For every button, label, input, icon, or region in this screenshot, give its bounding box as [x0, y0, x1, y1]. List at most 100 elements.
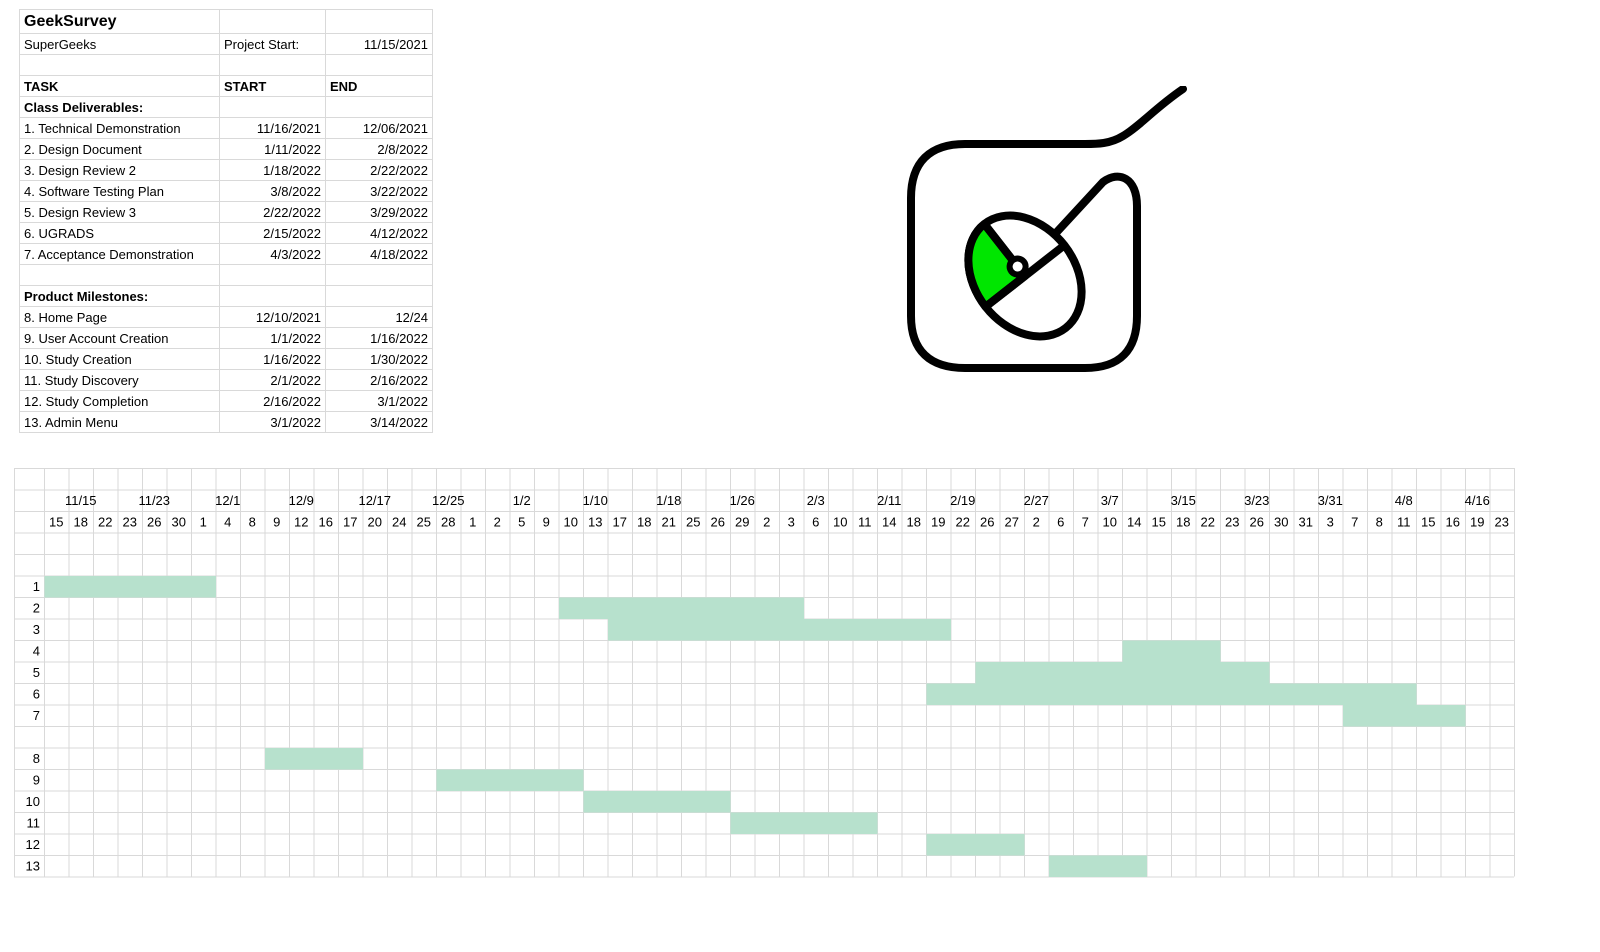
task-name[interactable]: 13. Admin Menu: [19, 411, 220, 433]
task-start[interactable]: 1/11/2022: [219, 138, 326, 160]
day-label: 9: [543, 515, 550, 530]
task-name[interactable]: 3. Design Review 2: [19, 159, 220, 181]
task-row: 1. Technical Demonstration 11/16/2021 12…: [19, 117, 433, 139]
week-label: 3/31: [1318, 493, 1343, 508]
task-name[interactable]: 8. Home Page: [19, 306, 220, 328]
section-class-deliverables[interactable]: Class Deliverables:: [19, 96, 220, 118]
project-title[interactable]: GeekSurvey: [19, 9, 220, 34]
empty-cell[interactable]: [219, 9, 326, 34]
task-start[interactable]: 1/1/2022: [219, 327, 326, 349]
task-start[interactable]: 1/18/2022: [219, 159, 326, 181]
gantt-bar: [583, 791, 731, 813]
empty-cell[interactable]: [219, 54, 326, 76]
day-label: 18: [637, 515, 651, 530]
task-end[interactable]: 4/12/2022: [325, 222, 433, 244]
row-label: 13: [26, 859, 40, 874]
task-start[interactable]: 3/8/2022: [219, 180, 326, 202]
task-name[interactable]: 7. Acceptance Demonstration: [19, 243, 220, 265]
task-end[interactable]: 3/1/2022: [325, 390, 433, 412]
task-name[interactable]: 6. UGRADS: [19, 222, 220, 244]
task-name[interactable]: 9. User Account Creation: [19, 327, 220, 349]
day-label: 17: [613, 515, 627, 530]
day-label: 2: [1033, 515, 1040, 530]
empty-cell[interactable]: [219, 96, 326, 118]
task-end[interactable]: 2/16/2022: [325, 369, 433, 391]
task-name[interactable]: 1. Technical Demonstration: [19, 117, 220, 139]
empty-cell[interactable]: [325, 285, 433, 307]
task-name[interactable]: 2. Design Document: [19, 138, 220, 160]
header-end[interactable]: END: [325, 75, 433, 97]
task-start[interactable]: 2/22/2022: [219, 201, 326, 223]
task-start[interactable]: 11/16/2021: [219, 117, 326, 139]
empty-cell[interactable]: [19, 264, 220, 286]
task-row: 4. Software Testing Plan 3/8/2022 3/22/2…: [19, 180, 433, 202]
task-start[interactable]: 2/16/2022: [219, 390, 326, 412]
task-end[interactable]: 4/18/2022: [325, 243, 433, 265]
task-name[interactable]: 10. Study Creation: [19, 348, 220, 370]
task-end[interactable]: 12/06/2021: [325, 117, 433, 139]
task-row: 9. User Account Creation 1/1/2022 1/16/2…: [19, 327, 433, 349]
task-start[interactable]: 2/15/2022: [219, 222, 326, 244]
task-start[interactable]: 12/10/2021: [219, 306, 326, 328]
empty-cell[interactable]: [219, 285, 326, 307]
task-start[interactable]: 3/1/2022: [219, 411, 326, 433]
day-label: 25: [417, 515, 431, 530]
empty-cell[interactable]: [325, 264, 433, 286]
task-end[interactable]: 3/22/2022: [325, 180, 433, 202]
gantt-bar: [265, 748, 363, 770]
row-label: 12: [26, 837, 40, 852]
task-start[interactable]: 4/3/2022: [219, 243, 326, 265]
task-end[interactable]: 2/8/2022: [325, 138, 433, 160]
day-label: 16: [1446, 515, 1460, 530]
task-end[interactable]: 3/29/2022: [325, 201, 433, 223]
day-label: 14: [882, 515, 896, 530]
gantt-bar: [926, 683, 1417, 705]
day-label: 18: [1176, 515, 1190, 530]
week-label: 12/1: [215, 493, 240, 508]
task-end[interactable]: 1/16/2022: [325, 327, 433, 349]
task-start[interactable]: 2/1/2022: [219, 369, 326, 391]
gantt-bar: [975, 662, 1270, 684]
day-label: 26: [147, 515, 161, 530]
day-label: 17: [343, 515, 357, 530]
empty-cell[interactable]: [325, 54, 433, 76]
day-label: 30: [172, 515, 186, 530]
day-label: 8: [249, 515, 256, 530]
day-label: 7: [1351, 515, 1358, 530]
task-name[interactable]: 4. Software Testing Plan: [19, 180, 220, 202]
header-start[interactable]: START: [219, 75, 326, 97]
day-label: 6: [1057, 515, 1064, 530]
team-name[interactable]: SuperGeeks: [19, 33, 220, 55]
empty-cell[interactable]: [19, 54, 220, 76]
task-end[interactable]: 1/30/2022: [325, 348, 433, 370]
day-label: 4: [224, 515, 231, 530]
project-start-value[interactable]: 11/15/2021: [325, 33, 433, 55]
section-product-milestones[interactable]: Product Milestones:: [19, 285, 220, 307]
header-task[interactable]: TASK: [19, 75, 220, 97]
row-label: 6: [33, 687, 40, 702]
day-label: 3: [1327, 515, 1334, 530]
day-label: 31: [1299, 515, 1313, 530]
day-label: 25: [686, 515, 700, 530]
task-name[interactable]: 12. Study Completion: [19, 390, 220, 412]
task-row: 13. Admin Menu 3/1/2022 3/14/2022: [19, 411, 433, 433]
task-name[interactable]: 11. Study Discovery: [19, 369, 220, 391]
row-label: 11: [27, 816, 41, 831]
empty-cell[interactable]: [219, 264, 326, 286]
day-label: 22: [956, 515, 970, 530]
row-label: 4: [33, 644, 40, 659]
task-end[interactable]: 3/14/2022: [325, 411, 433, 433]
project-start-label[interactable]: Project Start:: [219, 33, 326, 55]
task-name[interactable]: 5. Design Review 3: [19, 201, 220, 223]
task-end[interactable]: 2/22/2022: [325, 159, 433, 181]
day-label: 11: [858, 515, 872, 530]
empty-cell[interactable]: [325, 96, 433, 118]
row-label: 1: [33, 579, 40, 594]
day-label: 26: [711, 515, 725, 530]
day-label: 22: [98, 515, 112, 530]
task-end[interactable]: 12/24: [325, 306, 433, 328]
row-label: 5: [33, 665, 40, 680]
empty-cell[interactable]: [325, 9, 433, 34]
task-start[interactable]: 1/16/2022: [219, 348, 326, 370]
week-label: 11/15: [65, 493, 97, 508]
